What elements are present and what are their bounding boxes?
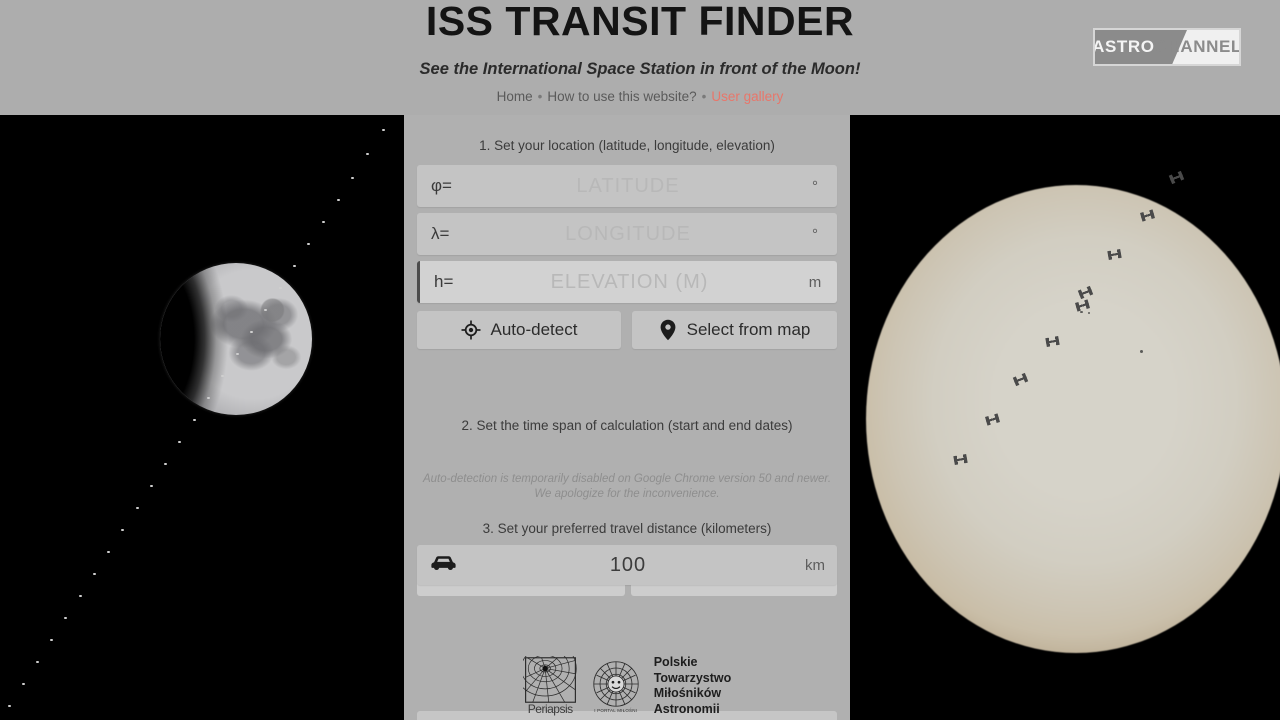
moon-terminator-shadow bbox=[160, 263, 312, 415]
iss-trail-dot bbox=[50, 639, 53, 641]
iss-trail-dot bbox=[366, 153, 369, 155]
sun-disk bbox=[866, 185, 1280, 653]
watermark-text-channel: CHANNEL bbox=[1154, 37, 1241, 56]
longitude-unit: ° bbox=[812, 225, 818, 243]
iss-trail-dot bbox=[8, 705, 11, 707]
elevation-unit: m bbox=[808, 273, 822, 291]
moon-disk bbox=[160, 263, 312, 415]
car-icon bbox=[417, 554, 463, 576]
ptma-logo: I PORTAL MIŁOŚNI bbox=[591, 660, 641, 713]
iss-trail-dot bbox=[150, 485, 153, 487]
moon-transit-photo bbox=[0, 115, 404, 720]
nav-link-user-gallery[interactable]: User gallery bbox=[711, 89, 783, 104]
iss-trail-dot bbox=[382, 129, 385, 131]
sun-transit-photo bbox=[850, 115, 1280, 720]
auto-detect-label: Auto-detect bbox=[490, 320, 578, 339]
sunspot bbox=[1080, 311, 1083, 313]
nav-link-home[interactable]: Home bbox=[497, 89, 533, 104]
latitude-prefix: φ= bbox=[431, 176, 452, 195]
page-subtitle: See the International Space Station in f… bbox=[419, 60, 861, 78]
iss-trail-dot bbox=[236, 353, 239, 355]
iss-trail-dot bbox=[293, 265, 296, 267]
site-header: ISS TRANSIT FINDER See the International… bbox=[0, 0, 1280, 115]
distance-input-row[interactable]: 100 km bbox=[417, 545, 837, 585]
iss-trail-dot bbox=[36, 661, 39, 663]
select-from-map-button[interactable]: Select from map bbox=[632, 311, 837, 349]
longitude-input-row[interactable]: λ= LONGITUDE ° bbox=[417, 213, 837, 255]
auto-detect-disabled-note: Auto-detection is temporarily disabled o… bbox=[417, 472, 837, 502]
ptma-line-1: Polskie bbox=[653, 655, 698, 669]
iss-trail-dot bbox=[107, 551, 110, 553]
astrochannel-watermark: ASTRO CHANNEL bbox=[1093, 28, 1241, 66]
note-line-2: We apologize for the inconvenience. bbox=[534, 488, 720, 500]
periapsis-web-icon bbox=[522, 656, 577, 703]
iss-trail-dot bbox=[178, 441, 181, 443]
longitude-input[interactable]: LONGITUDE bbox=[463, 223, 793, 246]
note-line-1: Auto-detection is temporarily disabled o… bbox=[422, 473, 832, 485]
main-navigation: Home • How to use this website? • User galle… bbox=[0, 87, 1280, 107]
iss-trail-dot bbox=[221, 375, 224, 377]
distance-input[interactable]: 100 bbox=[463, 554, 793, 577]
iss-trail-dot bbox=[337, 199, 340, 201]
elevation-input-row[interactable]: h= ELEVATION (M) m bbox=[417, 261, 837, 303]
step1-label: 1. Set your location (latitude, longitud… bbox=[479, 138, 775, 153]
elevation-input[interactable]: ELEVATION (M) bbox=[466, 271, 793, 294]
latitude-unit: ° bbox=[812, 177, 818, 195]
nav-separator: • bbox=[701, 89, 707, 104]
iss-trail-dot bbox=[64, 617, 67, 619]
map-pin-icon bbox=[659, 319, 677, 341]
sunspot bbox=[1140, 350, 1143, 353]
ptma-line-2: Towarzystwo bbox=[653, 670, 732, 685]
iss-trail-dot bbox=[250, 331, 253, 333]
longitude-prefix: λ= bbox=[431, 224, 450, 243]
iss-silhouette bbox=[1168, 170, 1185, 185]
select-from-map-label: Select from map bbox=[686, 320, 811, 339]
iss-trail-dot bbox=[307, 243, 310, 245]
step3-label: 3. Set your preferred travel distance (k… bbox=[482, 521, 772, 536]
periapsis-label: Periapsis bbox=[527, 702, 573, 716]
sun-limb-darkening bbox=[866, 185, 1280, 653]
latitude-input-row[interactable]: φ= LATITUDE ° bbox=[417, 165, 837, 207]
iss-trail-dot bbox=[136, 507, 139, 509]
footer-logos: Periapsis I PORTAL MIŁOŚNI Polskie Towar… bbox=[404, 655, 850, 717]
sunspot bbox=[1088, 312, 1090, 314]
transit-finder-form: 1. Set your location (latitude, longitud… bbox=[404, 115, 850, 720]
ptma-sun-icon bbox=[593, 660, 639, 707]
iss-trail-dot bbox=[164, 463, 167, 465]
iss-trail-dot bbox=[351, 177, 354, 179]
ptma-line-3: Miłośników bbox=[653, 686, 722, 700]
nav-link-how-to-use[interactable]: How to use this website? bbox=[547, 89, 696, 104]
elevation-prefix: h= bbox=[434, 272, 454, 291]
watermark-text-astro: ASTRO bbox=[1093, 37, 1155, 56]
watermark-text: ASTRO CHANNEL bbox=[1095, 30, 1239, 64]
periapsis-logo: Periapsis bbox=[522, 656, 578, 716]
step2-label: 2. Set the time span of calculation (sta… bbox=[461, 418, 793, 433]
iss-trail-dot bbox=[79, 595, 82, 597]
iss-trail-dot bbox=[121, 529, 124, 531]
iss-trail-dot bbox=[264, 309, 267, 311]
distance-unit: km bbox=[805, 556, 825, 574]
app-screenshot: ISS TRANSIT FINDER See the International… bbox=[0, 0, 1280, 720]
nav-separator: • bbox=[537, 89, 543, 104]
page-title: ISS TRANSIT FINDER bbox=[425, 0, 855, 44]
latitude-input[interactable]: LATITUDE bbox=[463, 175, 793, 198]
iss-trail-dot bbox=[207, 397, 210, 399]
auto-detect-button[interactable]: Auto-detect bbox=[417, 311, 621, 349]
iss-trail-dot bbox=[322, 221, 325, 223]
iss-trail-dot bbox=[193, 419, 196, 421]
gps-crosshair-icon bbox=[461, 320, 481, 340]
ptma-sublabel: I PORTAL MIŁOŚNI bbox=[594, 707, 638, 713]
ptma-name: Polskie Towarzystwo Miłośników Astronomi… bbox=[654, 655, 732, 717]
ptma-line-4: Astronomii bbox=[653, 701, 720, 716]
iss-trail-dot bbox=[279, 287, 282, 289]
iss-trail-dot bbox=[93, 573, 96, 575]
iss-trail-dot bbox=[22, 683, 25, 685]
